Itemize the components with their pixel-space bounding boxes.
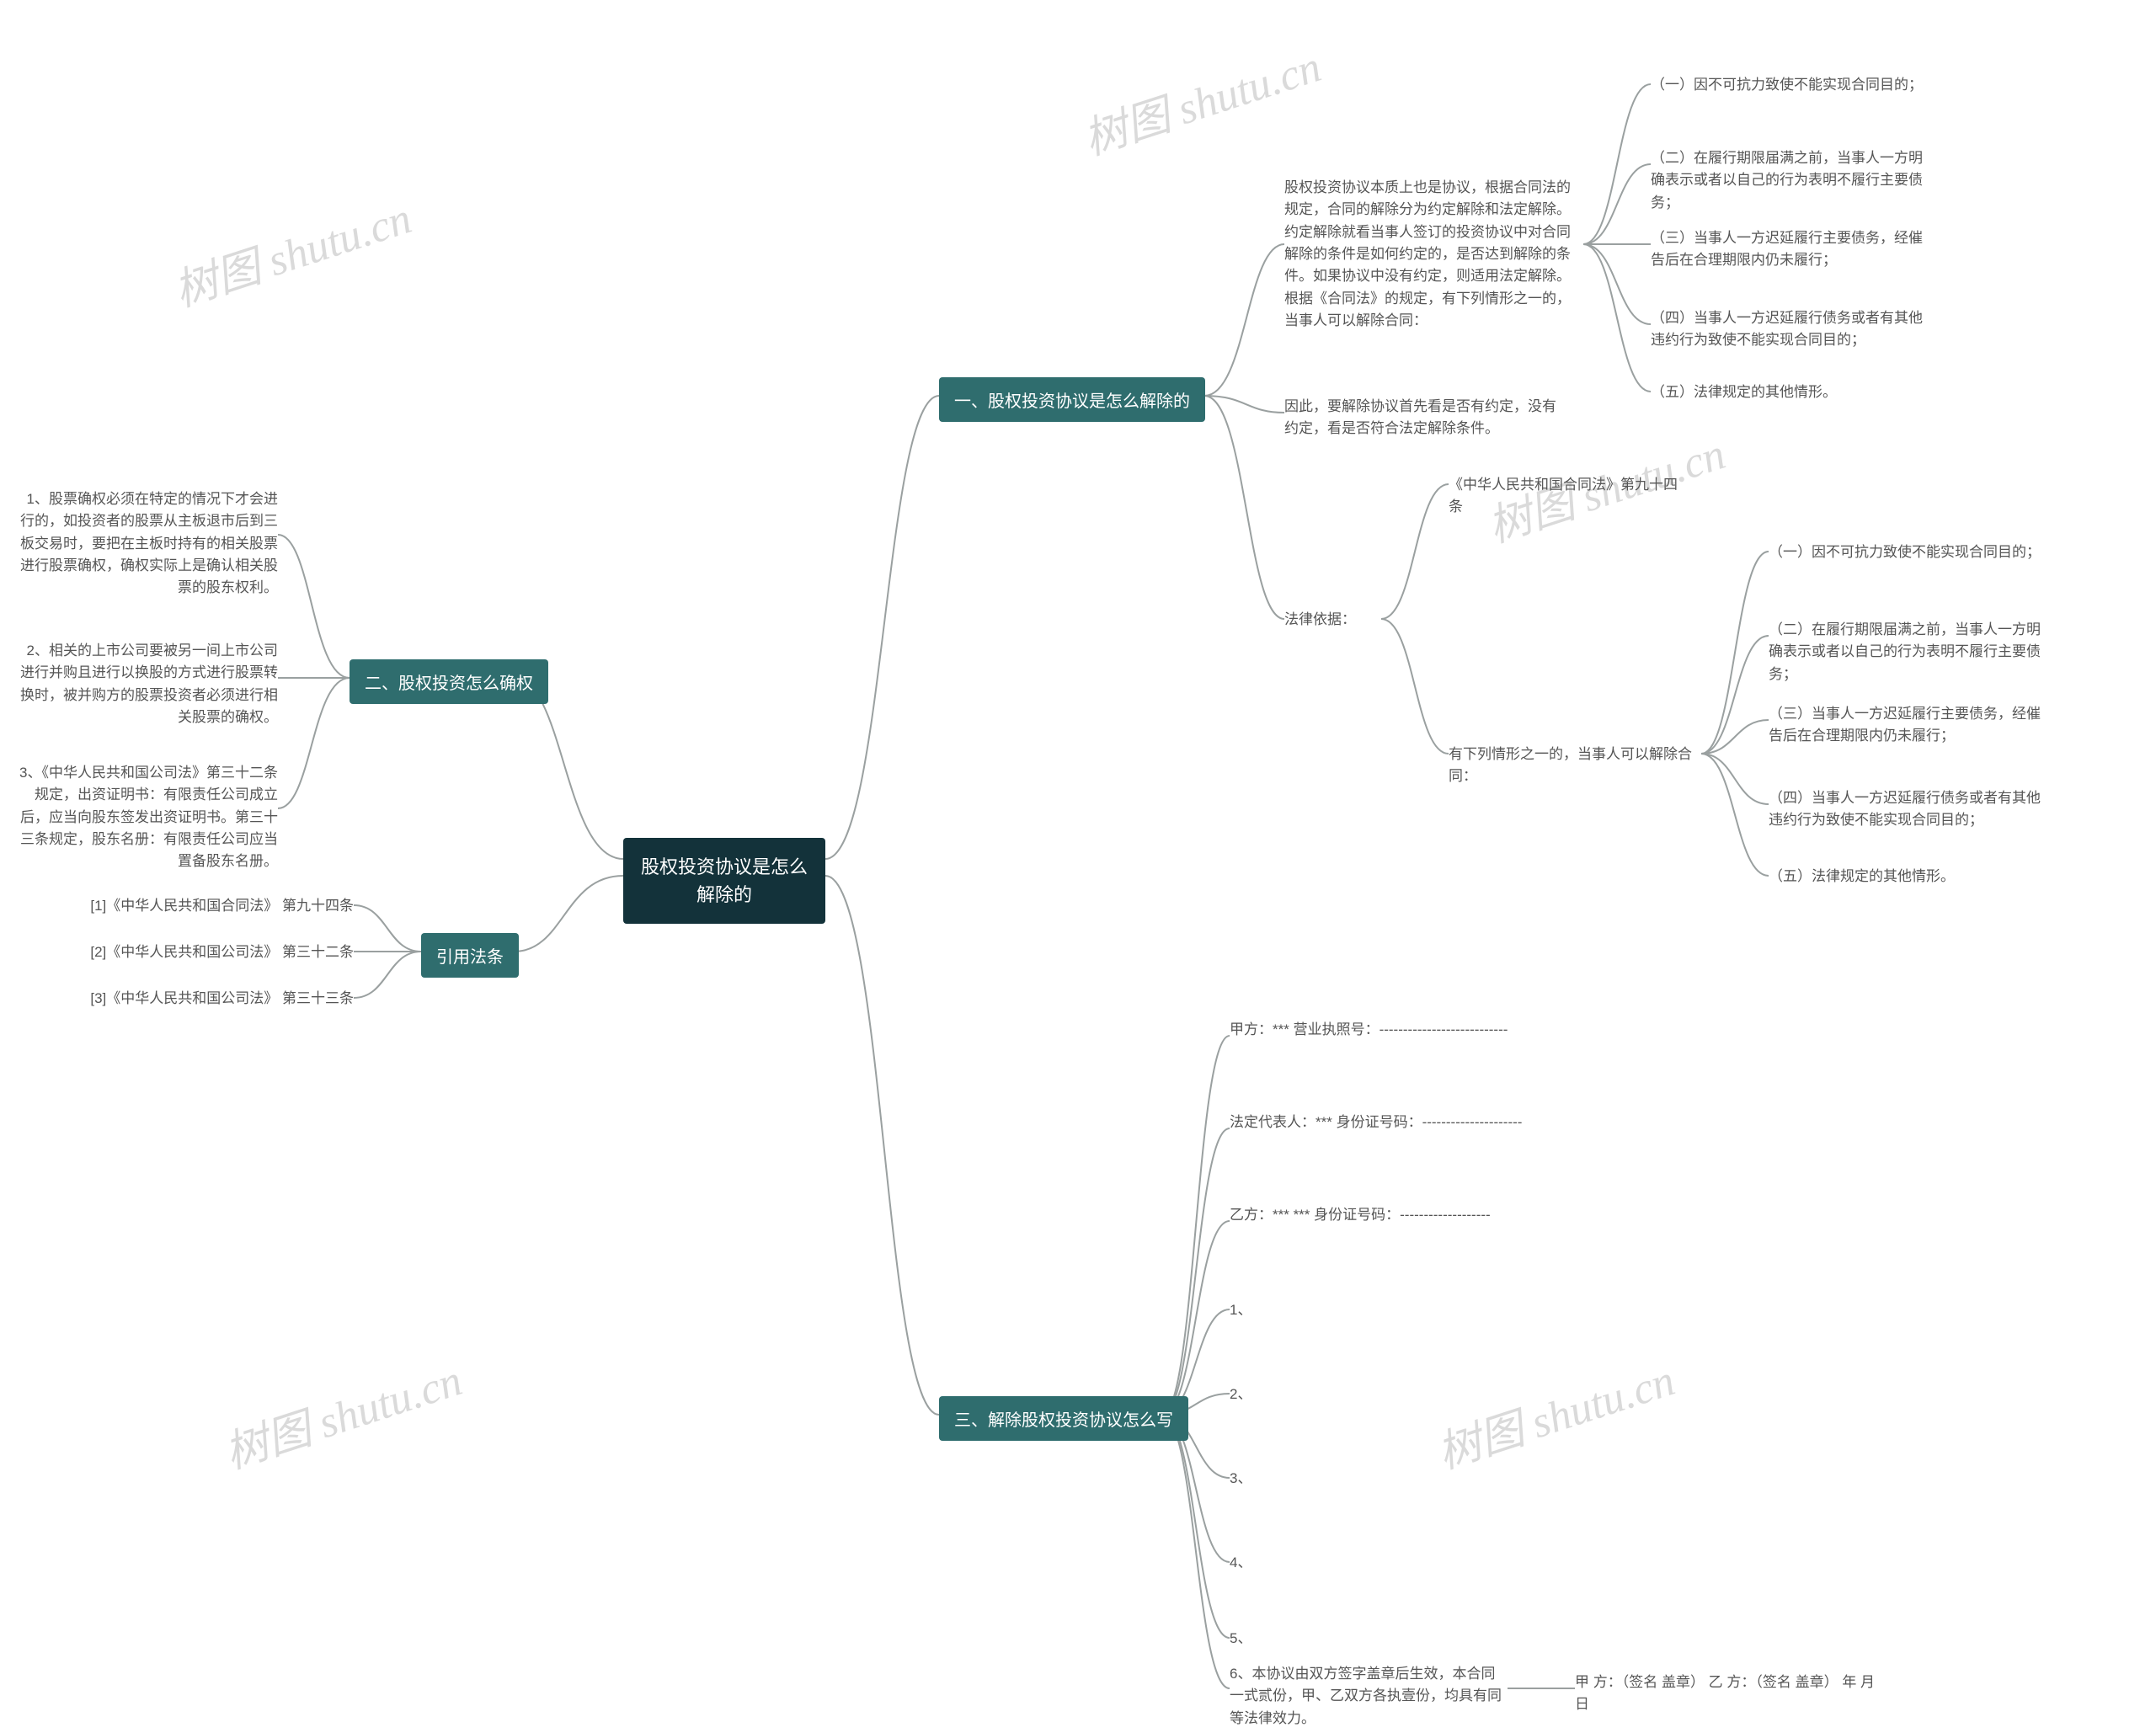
b1a-item-4: （四）当事人一方迟延履行债务或者有其他违约行为致使不能实现合同目的； [1651, 307, 1929, 352]
b1c-item-2: （二）在履行期限届满之前，当事人一方明确表示或者以自己的行为表明不履行主要债务； [1769, 619, 2047, 685]
branch-2[interactable]: 二、股权投资怎么确权 [350, 659, 548, 704]
root-node[interactable]: 股权投资协议是怎么解除的 [623, 838, 825, 924]
b4-law-1: [1]《中华人民共和国合同法》 第九十四条 [84, 895, 354, 917]
b1c-item-4: （四）当事人一方迟延履行债务或者有其他违约行为致使不能实现合同目的； [1769, 787, 2047, 832]
watermark: 树图 shutu.cn [216, 1345, 469, 1480]
b3-item-2: 2、 [1230, 1384, 1280, 1405]
b1c-item-3: （三）当事人一方迟延履行主要债务，经催告后在合理期限内仍未履行； [1769, 703, 2047, 748]
b3-party-a: 甲方：*** 营业执照号：--------------------------- [1230, 1019, 1533, 1041]
branch-4[interactable]: 引用法条 [421, 933, 519, 978]
watermark: 树图 shutu.cn [1428, 1345, 1682, 1480]
b4-law-3: [3]《中华人民共和国公司法》 第三十三条 [84, 988, 354, 1010]
b1c-head: 法律依据： [1284, 609, 1377, 631]
b2-item-3: 3、《中华人民共和国公司法》第三十二条规定，出资证明书：有限责任公司成立后，应当… [13, 762, 278, 873]
b3-item-1: 1、 [1230, 1299, 1280, 1321]
b3-legal-rep: 法定代表人：*** 身份证号码：--------------------- [1230, 1112, 1533, 1133]
b2-item-2: 2、相关的上市公司要被另一间上市公司进行并购且进行以换股的方式进行股票转换时，被… [13, 640, 278, 728]
b1a-item-1: （一）因不可抗力致使不能实现合同目的； [1651, 74, 1929, 96]
b3-signatures: 甲 方：（签名 盖章） 乙 方：（签名 盖章） 年 月 日 [1575, 1672, 1878, 1716]
b3-item-4: 4、 [1230, 1552, 1280, 1574]
b1b-summary: 因此，要解除协议首先看是否有约定，没有约定，看是否符合法定解除条件。 [1284, 396, 1562, 440]
b1c-law: 《中华人民共和国合同法》第九十四条 [1449, 474, 1684, 519]
b1c-item-5: （五）法律规定的其他情形。 [1769, 866, 2047, 888]
branch-1[interactable]: 一、股权投资协议是怎么解除的 [939, 377, 1205, 422]
watermark: 树图 shutu.cn [165, 183, 419, 318]
b3-item-6: 6、本协议由双方签字盖章后生效，本合同一式贰份，甲、乙双方各执壹份，均具有同等法… [1230, 1663, 1508, 1730]
watermark: 树图 shutu.cn [1075, 31, 1328, 167]
b1c-item-1: （一）因不可抗力致使不能实现合同目的； [1769, 541, 2047, 563]
b1a-item-3: （三）当事人一方迟延履行主要债务，经催告后在合理期限内仍未履行； [1651, 227, 1929, 272]
b3-item-3: 3、 [1230, 1468, 1280, 1490]
b1a-item-5: （五）法律规定的其他情形。 [1651, 381, 1929, 403]
b3-item-5: 5、 [1230, 1628, 1280, 1650]
b1a-intro: 股权投资协议本质上也是协议，根据合同法的规定，合同的解除分为约定解除和法定解除。… [1284, 177, 1583, 332]
b1a-item-2: （二）在履行期限届满之前，当事人一方明确表示或者以自己的行为表明不履行主要债务； [1651, 147, 1929, 214]
b2-item-1: 1、股票确权必须在特定的情况下才会进行的，如投资者的股票从主板退市后到三板交易时… [13, 488, 278, 600]
b3-party-b: 乙方：*** *** 身份证号码：------------------- [1230, 1204, 1533, 1226]
branch-3[interactable]: 三、解除股权投资协议怎么写 [939, 1396, 1188, 1441]
b1c-list-head: 有下列情形之一的，当事人可以解除合同： [1449, 744, 1701, 788]
b4-law-2: [2]《中华人民共和国公司法》 第三十二条 [84, 941, 354, 963]
